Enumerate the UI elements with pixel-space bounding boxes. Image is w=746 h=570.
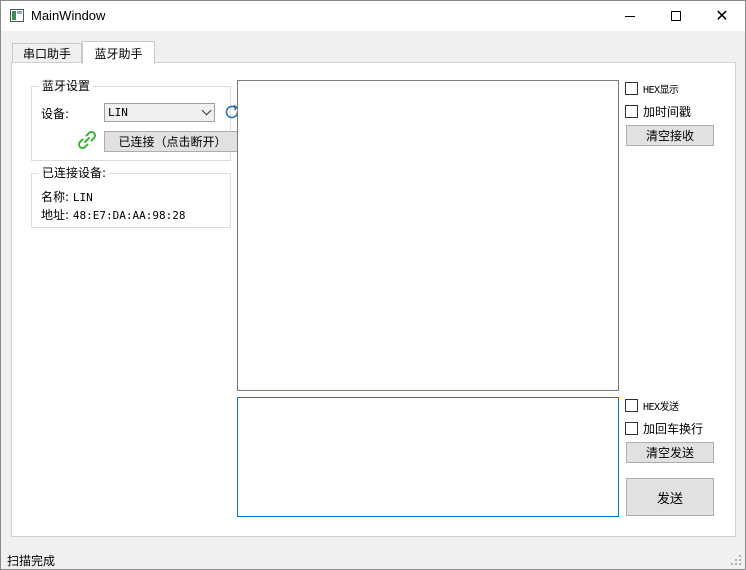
connected-device-group: 已连接设备: 名称: LIN 地址: 48:E7:DA:AA:98:28 <box>31 166 231 228</box>
tab-serial-assistant[interactable]: 串口助手 <box>12 43 82 63</box>
hex-display-label: HEX显示 <box>643 85 679 96</box>
minimize-button[interactable] <box>607 1 653 31</box>
device-select-value: LIN <box>108 106 128 119</box>
device-name-label: 名称: <box>41 190 70 204</box>
hex-send-checkbox[interactable]: HEX发送 <box>625 398 679 413</box>
hex-display-checkbox[interactable]: HEX显示 <box>625 81 679 96</box>
window-title: MainWindow <box>31 8 106 23</box>
device-name-value: LIN <box>72 191 93 204</box>
clear-send-button[interactable]: 清空发送 <box>626 442 714 463</box>
hex-send-label: HEX发送 <box>643 402 679 413</box>
device-address-row: 地址: 48:E7:DA:AA:98:28 <box>41 206 185 223</box>
minimize-icon <box>625 15 635 17</box>
checkbox-box[interactable] <box>625 399 638 412</box>
group-title: 蓝牙设置 <box>39 79 94 93</box>
device-address-label: 地址: <box>41 208 70 222</box>
timestamp-label: 加时间戳 <box>643 105 692 119</box>
clear-receive-button[interactable]: 清空接收 <box>626 125 714 146</box>
device-address-value: 48:E7:DA:AA:98:28 <box>72 209 186 222</box>
newline-checkbox[interactable]: 加回车换行 <box>625 420 703 437</box>
checkbox-box[interactable] <box>625 82 638 95</box>
group-title: 已连接设备: <box>39 166 110 180</box>
close-button[interactable]: ✕ <box>699 1 745 31</box>
title-bar[interactable]: MainWindow ✕ <box>1 1 745 31</box>
maximize-button[interactable] <box>653 1 699 31</box>
link-icon <box>77 130 97 150</box>
device-select[interactable]: LIN <box>104 103 215 122</box>
connect-toggle-button[interactable]: 已连接（点击断开） <box>104 131 241 152</box>
chevron-down-icon <box>201 105 212 116</box>
status-text: 扫描完成 <box>7 554 56 568</box>
checkbox-box[interactable] <box>625 422 638 435</box>
send-textarea[interactable] <box>237 397 619 517</box>
receive-textarea[interactable] <box>237 80 619 391</box>
main-window: MainWindow ✕ 串口助手 蓝牙助手 蓝牙设置 设备: LIN 已连接（… <box>0 0 746 570</box>
tab-label: 蓝牙助手 <box>94 46 143 61</box>
send-button[interactable]: 发送 <box>626 478 714 516</box>
newline-label: 加回车换行 <box>643 422 704 436</box>
checkbox-box[interactable] <box>625 105 638 118</box>
bluetooth-settings-group: 蓝牙设置 设备: LIN 已连接（点击断开） <box>31 79 241 161</box>
tab-label: 串口助手 <box>22 47 71 61</box>
device-name-row: 名称: LIN <box>41 188 93 205</box>
size-grip-icon[interactable] <box>731 555 742 566</box>
close-icon: ✕ <box>715 6 729 25</box>
bluetooth-tab-panel: 蓝牙设置 设备: LIN 已连接（点击断开） 已连接设备: 名称: LIN 地址… <box>11 62 736 537</box>
maximize-icon <box>671 11 681 21</box>
timestamp-checkbox[interactable]: 加时间戳 <box>625 103 691 120</box>
device-label: 设备: <box>41 107 70 121</box>
tab-bluetooth-assistant[interactable]: 蓝牙助手 <box>82 41 155 64</box>
app-icon <box>10 9 24 22</box>
